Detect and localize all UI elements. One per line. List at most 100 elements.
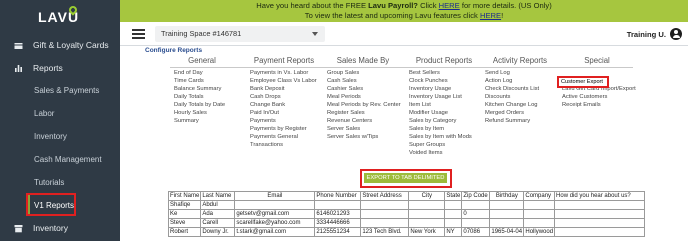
report-link[interactable]: Balance Summary <box>174 86 225 94</box>
category-special: Special <box>584 56 610 65</box>
banner-payroll-link[interactable]: HERE <box>439 1 460 10</box>
report-link[interactable]: Hourly Sales <box>174 110 225 118</box>
report-link[interactable]: Server Sales w/Tips <box>327 134 401 142</box>
report-link[interactable]: Merged Orders <box>485 110 539 118</box>
report-link[interactable]: Daily Totals <box>174 94 225 102</box>
report-link[interactable]: Clock Punches <box>409 78 472 86</box>
column-header: Street Address <box>360 191 410 201</box>
table-cell <box>523 200 556 210</box>
report-link[interactable]: Payments <box>250 118 317 126</box>
table-cell <box>461 200 491 210</box>
category-general: General <box>188 56 216 65</box>
report-link[interactable]: Check Discounts List <box>485 86 539 94</box>
category-activity-reports: Activity Reports <box>492 56 548 65</box>
report-link[interactable]: Active Customers <box>562 94 636 102</box>
table-row: Ke Ada getsetv@gmail.com 6146021293 0 <box>167 209 646 219</box>
report-link[interactable]: Summary <box>174 118 225 126</box>
user-name[interactable]: Training U. <box>627 30 666 39</box>
sidebar-sub-sales-payments[interactable]: Sales & Payments <box>34 86 99 95</box>
links-payment-reports: Payments in Vs. Labor Employee Class Vs … <box>250 70 317 150</box>
report-link[interactable]: End of Day <box>174 70 225 78</box>
table-cell: scarellfake@yahoo.com <box>234 218 316 228</box>
report-link[interactable]: Payments in Vs. Labor <box>250 70 317 78</box>
report-link[interactable]: Register Sales <box>327 110 401 118</box>
table-cell: 1965-04-04 <box>489 227 525 237</box>
report-link[interactable]: Cashier Sales <box>327 86 401 94</box>
table-cell <box>461 218 491 228</box>
report-link[interactable]: Action Log <box>485 78 539 86</box>
report-link[interactable]: Meal Periods by Rev. Center <box>327 102 401 110</box>
bar-chart-icon <box>14 64 23 73</box>
report-link[interactable]: Super Groups <box>409 142 472 150</box>
banner-text: ! <box>501 11 504 20</box>
export-tab-delimited-button[interactable]: EXPORT TO TAB DELIMITED <box>364 173 447 183</box>
sidebar-sub-labor[interactable]: Labor <box>34 109 54 118</box>
category-payment-reports: Payment Reports <box>253 56 315 65</box>
sidebar-sub-tutorials[interactable]: Tutorials <box>34 178 64 187</box>
table-cell <box>523 209 556 219</box>
report-link[interactable]: Change Bank <box>250 102 317 110</box>
banner-text: for more details. (US Only) <box>459 1 552 10</box>
report-link[interactable]: Kitchen Change Log <box>485 102 539 110</box>
report-link[interactable]: Sales by Item <box>409 126 472 134</box>
report-link[interactable]: Sales by Item with Mods <box>409 134 472 142</box>
menu-icon[interactable] <box>132 29 145 39</box>
table-cell <box>314 200 362 210</box>
report-link[interactable]: Modifier Usage <box>409 110 472 118</box>
sidebar-item-reports[interactable]: Reports <box>0 58 120 78</box>
report-link[interactable]: Time Cards <box>174 78 225 86</box>
table-cell: Ada <box>200 209 236 219</box>
report-link[interactable]: Receipt Emails <box>562 102 636 110</box>
table-row: Shafiqe Abdul <box>167 200 646 210</box>
report-link[interactable]: Transactions <box>250 142 317 150</box>
sidebar-item-gift-loyalty[interactable]: Gift & Loyalty Cards <box>0 35 120 55</box>
report-link[interactable]: Bank Deposit <box>250 86 317 94</box>
report-link[interactable]: Cash Sales <box>327 78 401 86</box>
column-header: Zip Code <box>461 191 491 201</box>
report-link[interactable]: Payments General <box>250 134 317 142</box>
gift-card-icon <box>14 41 23 50</box>
report-link[interactable]: Sales by Category <box>409 118 472 126</box>
report-link[interactable]: Discounts <box>485 94 539 102</box>
inventory-icon <box>14 224 23 233</box>
table-cell <box>554 209 646 219</box>
column-header: City <box>408 191 446 201</box>
report-link[interactable]: Refund Summary <box>485 118 539 126</box>
report-link[interactable]: Employee Class Vs Labor <box>250 78 317 86</box>
sidebar-sub-inventory[interactable]: Inventory <box>34 132 67 141</box>
banner-text: Click <box>417 1 439 10</box>
report-link[interactable]: Cash Drops <box>250 94 317 102</box>
user-avatar-icon[interactable] <box>670 28 682 40</box>
sidebar-sub-cash-management[interactable]: Cash Management <box>34 155 102 164</box>
report-link[interactable]: Meal Periods <box>327 94 401 102</box>
report-link[interactable]: Send Log <box>485 70 539 78</box>
banner-text: Have you heard about the FREE <box>256 1 369 10</box>
sidebar-item-inventory[interactable]: Inventory <box>0 218 120 238</box>
report-link[interactable]: Payments by Register <box>250 126 317 134</box>
table-cell: Steve <box>167 218 202 228</box>
sidebar: LAVU Gift & Loyalty Cards Reports Sales … <box>0 0 120 241</box>
column-header: How did you hear about us? <box>554 191 646 201</box>
links-sales-made-by: Group Sales Cash Sales Cashier Sales Mea… <box>327 70 401 142</box>
report-link[interactable]: Inventory Usage <box>409 86 472 94</box>
column-header: Last Name <box>200 191 236 201</box>
report-link[interactable]: Best Sellers <box>409 70 472 78</box>
report-link[interactable]: Item List <box>409 102 472 110</box>
category-sales-made-by: Sales Made By <box>336 56 390 65</box>
table-cell: 3334446666 <box>314 218 362 228</box>
report-link[interactable]: Voided Items <box>409 150 472 158</box>
links-general: End of Day Time Cards Balance Summary Da… <box>174 70 225 126</box>
table-cell: 6146021293 <box>314 209 362 219</box>
banner-features-link[interactable]: HERE <box>480 11 501 20</box>
report-link[interactable]: Paid In/Out <box>250 110 317 118</box>
table-cell: 07086 <box>461 227 491 237</box>
report-link[interactable]: Group Sales <box>327 70 401 78</box>
page-title: Configure Reports <box>145 47 203 54</box>
report-link[interactable]: Server Sales <box>327 126 401 134</box>
report-link[interactable]: Inventory Usage List <box>409 94 472 102</box>
report-link[interactable]: Revenue Centers <box>327 118 401 126</box>
location-select[interactable]: Training Space #146781 <box>155 26 325 42</box>
table-cell <box>444 200 463 210</box>
report-link[interactable]: Daily Totals by Date <box>174 102 225 110</box>
customer-export-link[interactable]: Customer Export <box>557 76 609 88</box>
